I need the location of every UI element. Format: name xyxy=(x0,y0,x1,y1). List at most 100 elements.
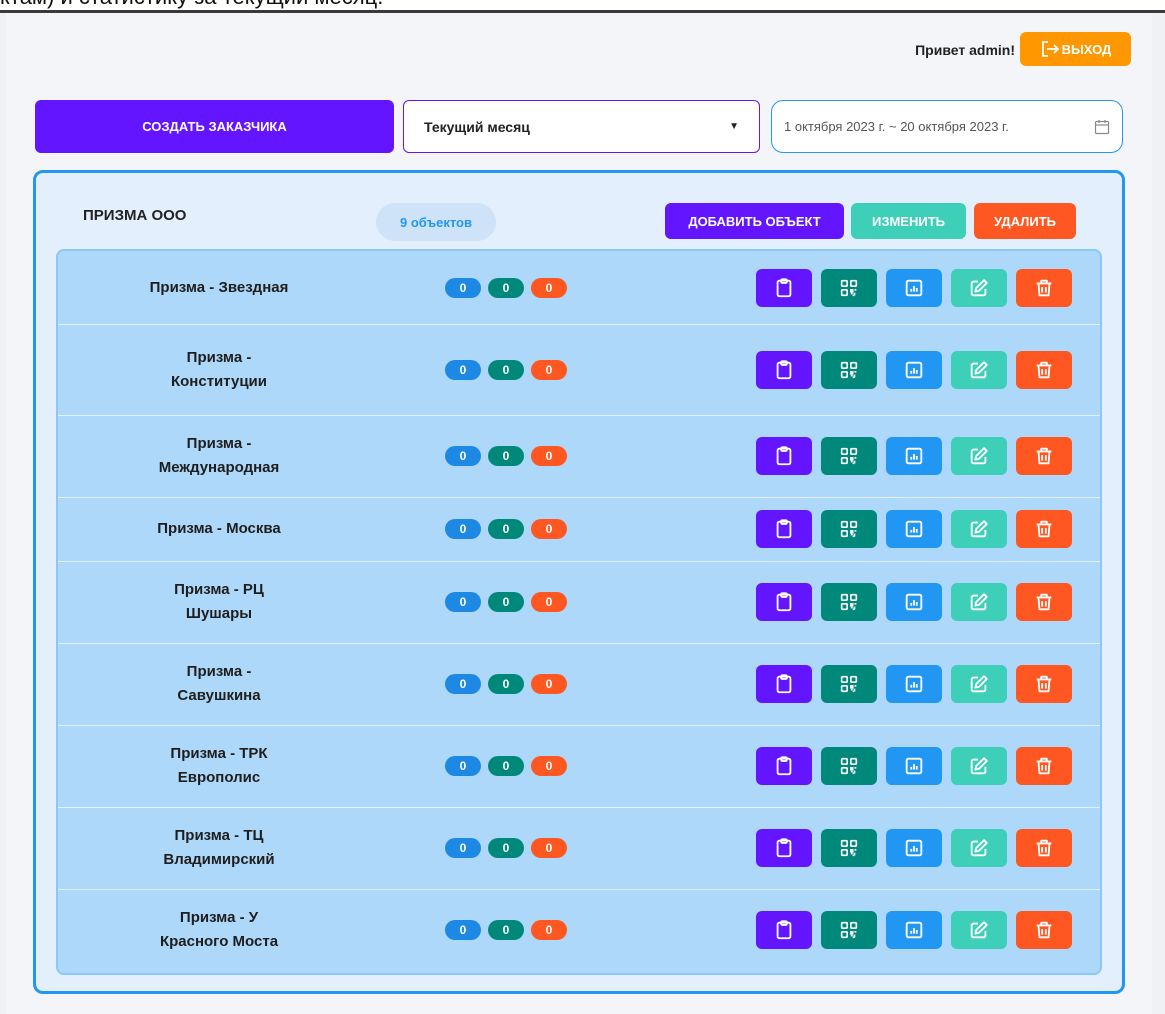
object-row: Призма - У Красного Моста 0 0 0 xyxy=(58,889,1100,971)
object-actions xyxy=(756,510,1072,548)
delete-object-button[interactable] xyxy=(1016,510,1072,548)
delete-customer-button[interactable]: УДАЛИТЬ xyxy=(974,203,1076,239)
qr-code-button[interactable] xyxy=(821,911,877,949)
object-counters: 0 0 0 xyxy=(445,446,567,466)
delete-object-button[interactable] xyxy=(1016,911,1072,949)
qr-code-button[interactable] xyxy=(821,510,877,548)
clipboard-button[interactable] xyxy=(756,829,812,867)
trash-icon xyxy=(1036,675,1052,693)
clipboard-icon xyxy=(776,519,792,539)
object-name: Призма - У Красного Моста xyxy=(74,889,364,971)
statistics-icon xyxy=(905,839,923,857)
clipboard-button[interactable] xyxy=(756,268,812,307)
object-actions xyxy=(756,583,1072,621)
counter-blue: 0 xyxy=(445,446,481,466)
objects-list: Призма - Звездная 0 0 0 Призма - Констит… xyxy=(56,249,1102,975)
delete-object-button[interactable] xyxy=(1016,350,1072,389)
statistics-button[interactable] xyxy=(886,268,942,307)
qr-code-icon xyxy=(840,675,858,693)
edit-icon xyxy=(970,839,988,857)
statistics-icon xyxy=(905,921,923,939)
clipboard-button[interactable] xyxy=(756,510,812,548)
counter-blue: 0 xyxy=(445,920,481,940)
clipboard-icon xyxy=(776,838,792,858)
edit-object-button[interactable] xyxy=(951,665,1007,703)
delete-object-button[interactable] xyxy=(1016,747,1072,785)
trash-icon xyxy=(1036,593,1052,611)
edit-object-button[interactable] xyxy=(951,268,1007,307)
edit-object-button[interactable] xyxy=(951,583,1007,621)
qr-code-button[interactable] xyxy=(821,437,877,475)
edit-icon xyxy=(970,921,988,939)
counter-orange: 0 xyxy=(531,359,567,380)
edit-icon xyxy=(970,675,988,693)
period-select[interactable]: Текущий месяц ▼ xyxy=(403,100,760,153)
top-banner: ктам) и статистику за текущий месяц. xyxy=(0,0,1165,13)
logout-button[interactable]: ВЫХОД xyxy=(1020,32,1131,66)
statistics-icon xyxy=(905,520,923,538)
clipboard-button[interactable] xyxy=(756,665,812,703)
clipboard-button[interactable] xyxy=(756,583,812,621)
qr-code-icon xyxy=(840,757,858,775)
statistics-button[interactable] xyxy=(886,437,942,475)
create-customer-button[interactable]: СОЗДАТЬ ЗАКАЗЧИКА xyxy=(35,100,394,153)
edit-object-button[interactable] xyxy=(951,747,1007,785)
counter-orange: 0 xyxy=(531,519,567,539)
object-name: Призма - ТРК Европолис xyxy=(74,725,364,807)
object-row: Призма - Международная 0 0 0 xyxy=(58,415,1100,498)
counter-green: 0 xyxy=(488,674,524,694)
statistics-button[interactable] xyxy=(886,665,942,703)
delete-object-button[interactable] xyxy=(1016,437,1072,475)
qr-code-button[interactable] xyxy=(821,583,877,621)
counter-green: 0 xyxy=(488,519,524,539)
add-object-button[interactable]: ДОБАВИТЬ ОБЪЕКТ xyxy=(665,203,844,239)
object-actions xyxy=(756,350,1072,389)
counter-blue: 0 xyxy=(445,277,481,298)
object-counters: 0 0 0 xyxy=(445,277,567,298)
edit-object-button[interactable] xyxy=(951,437,1007,475)
delete-object-button[interactable] xyxy=(1016,268,1072,307)
statistics-icon xyxy=(905,447,923,465)
clipboard-icon xyxy=(776,446,792,466)
object-row: Призма - РЦ Шушары 0 0 0 xyxy=(58,561,1100,644)
qr-code-button[interactable] xyxy=(821,350,877,389)
clipboard-button[interactable] xyxy=(756,911,812,949)
clipboard-button[interactable] xyxy=(756,437,812,475)
qr-code-icon xyxy=(840,520,858,538)
object-row: Призма - Савушкина 0 0 0 xyxy=(58,643,1100,726)
edit-object-button[interactable] xyxy=(951,829,1007,867)
counter-green: 0 xyxy=(488,277,524,298)
qr-code-button[interactable] xyxy=(821,665,877,703)
object-counters: 0 0 0 xyxy=(445,519,567,539)
statistics-button[interactable] xyxy=(886,829,942,867)
edit-object-button[interactable] xyxy=(951,350,1007,389)
edit-object-button[interactable] xyxy=(951,510,1007,548)
statistics-button[interactable] xyxy=(886,747,942,785)
object-counters: 0 0 0 xyxy=(445,359,567,380)
counter-green: 0 xyxy=(488,592,524,612)
qr-code-button[interactable] xyxy=(821,268,877,307)
qr-code-button[interactable] xyxy=(821,829,877,867)
statistics-button[interactable] xyxy=(886,583,942,621)
statistics-button[interactable] xyxy=(886,911,942,949)
edit-object-button[interactable] xyxy=(951,911,1007,949)
object-actions xyxy=(756,911,1072,949)
qr-code-button[interactable] xyxy=(821,747,877,785)
clipboard-button[interactable] xyxy=(756,350,812,389)
counter-blue: 0 xyxy=(445,674,481,694)
clipboard-button[interactable] xyxy=(756,747,812,785)
object-name-text: Призма - ТРК Европолис xyxy=(170,745,268,786)
delete-object-button[interactable] xyxy=(1016,665,1072,703)
delete-object-button[interactable] xyxy=(1016,583,1072,621)
delete-object-button[interactable] xyxy=(1016,829,1072,867)
edit-customer-button[interactable]: ИЗМЕНИТЬ xyxy=(851,203,966,239)
date-range-input[interactable]: 1 октября 2023 г. ~ 20 октября 2023 г. xyxy=(771,100,1123,153)
statistics-button[interactable] xyxy=(886,510,942,548)
trash-icon xyxy=(1036,839,1052,857)
object-counters: 0 0 0 xyxy=(445,674,567,694)
trash-icon xyxy=(1036,757,1052,775)
object-name: Призма - Международная xyxy=(74,415,364,497)
qr-code-icon xyxy=(840,279,858,296)
statistics-button[interactable] xyxy=(886,350,942,389)
counter-blue: 0 xyxy=(445,519,481,539)
